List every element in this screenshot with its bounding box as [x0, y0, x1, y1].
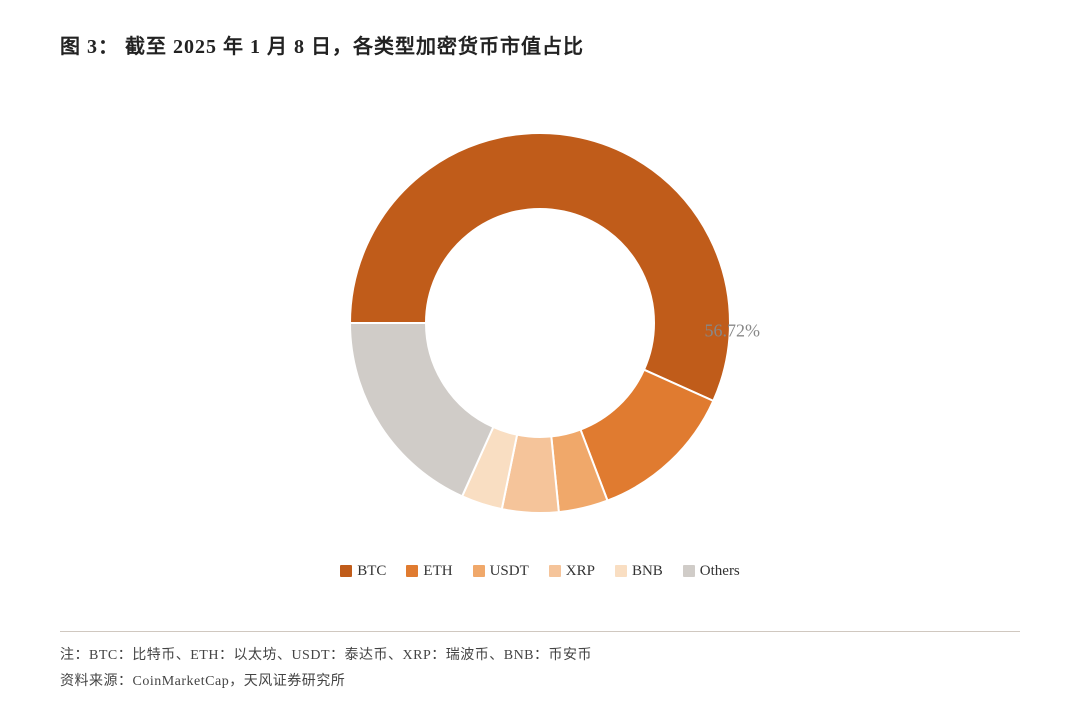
- legend-item-xrp: XRP: [549, 563, 595, 580]
- legend-item-btc: BTC: [340, 563, 386, 580]
- legend-dot-usdt: [473, 565, 485, 577]
- legend-label-btc: BTC: [357, 563, 386, 580]
- legend-label-usdt: USDT: [490, 563, 529, 580]
- legend-dot-others: [683, 565, 695, 577]
- legend-dot-btc: [340, 565, 352, 577]
- chart-footer: 注：BTC：比特币、ETH：以太坊、USDT：泰达币、XRP：瑞波币、BNB：币…: [60, 631, 1020, 690]
- legend-label-others: Others: [700, 563, 740, 580]
- legend-label-eth: ETH: [423, 563, 452, 580]
- legend-item-usdt: USDT: [473, 563, 529, 580]
- legend-label-xrp: XRP: [566, 563, 595, 580]
- segment-others: [350, 323, 493, 496]
- donut-chart-svg: [330, 113, 750, 533]
- legend-dot-bnb: [615, 565, 627, 577]
- legend-item-eth: ETH: [406, 563, 452, 580]
- chart-title: 图 3： 截至 2025 年 1 月 8 日，各类型加密货币市值占比: [60, 30, 1020, 59]
- legend-item-others: Others: [683, 563, 740, 580]
- chart-area: 56.72% BTC ETH USDT XRP BNB Others: [60, 79, 1020, 613]
- footer-source: 资料来源：CoinMarketCap，天风证券研究所: [60, 670, 1020, 690]
- legend-dot-xrp: [549, 565, 561, 577]
- chart-legend: BTC ETH USDT XRP BNB Others: [340, 563, 740, 580]
- btc-percentage-label: 56.72%: [705, 320, 761, 341]
- legend-dot-eth: [406, 565, 418, 577]
- donut-chart-wrapper: 56.72%: [330, 113, 750, 533]
- main-container: 图 3： 截至 2025 年 1 月 8 日，各类型加密货币市值占比 56.72…: [0, 0, 1080, 720]
- legend-label-bnb: BNB: [632, 563, 663, 580]
- footer-note: 注：BTC：比特币、ETH：以太坊、USDT：泰达币、XRP：瑞波币、BNB：币…: [60, 644, 1020, 664]
- legend-item-bnb: BNB: [615, 563, 663, 580]
